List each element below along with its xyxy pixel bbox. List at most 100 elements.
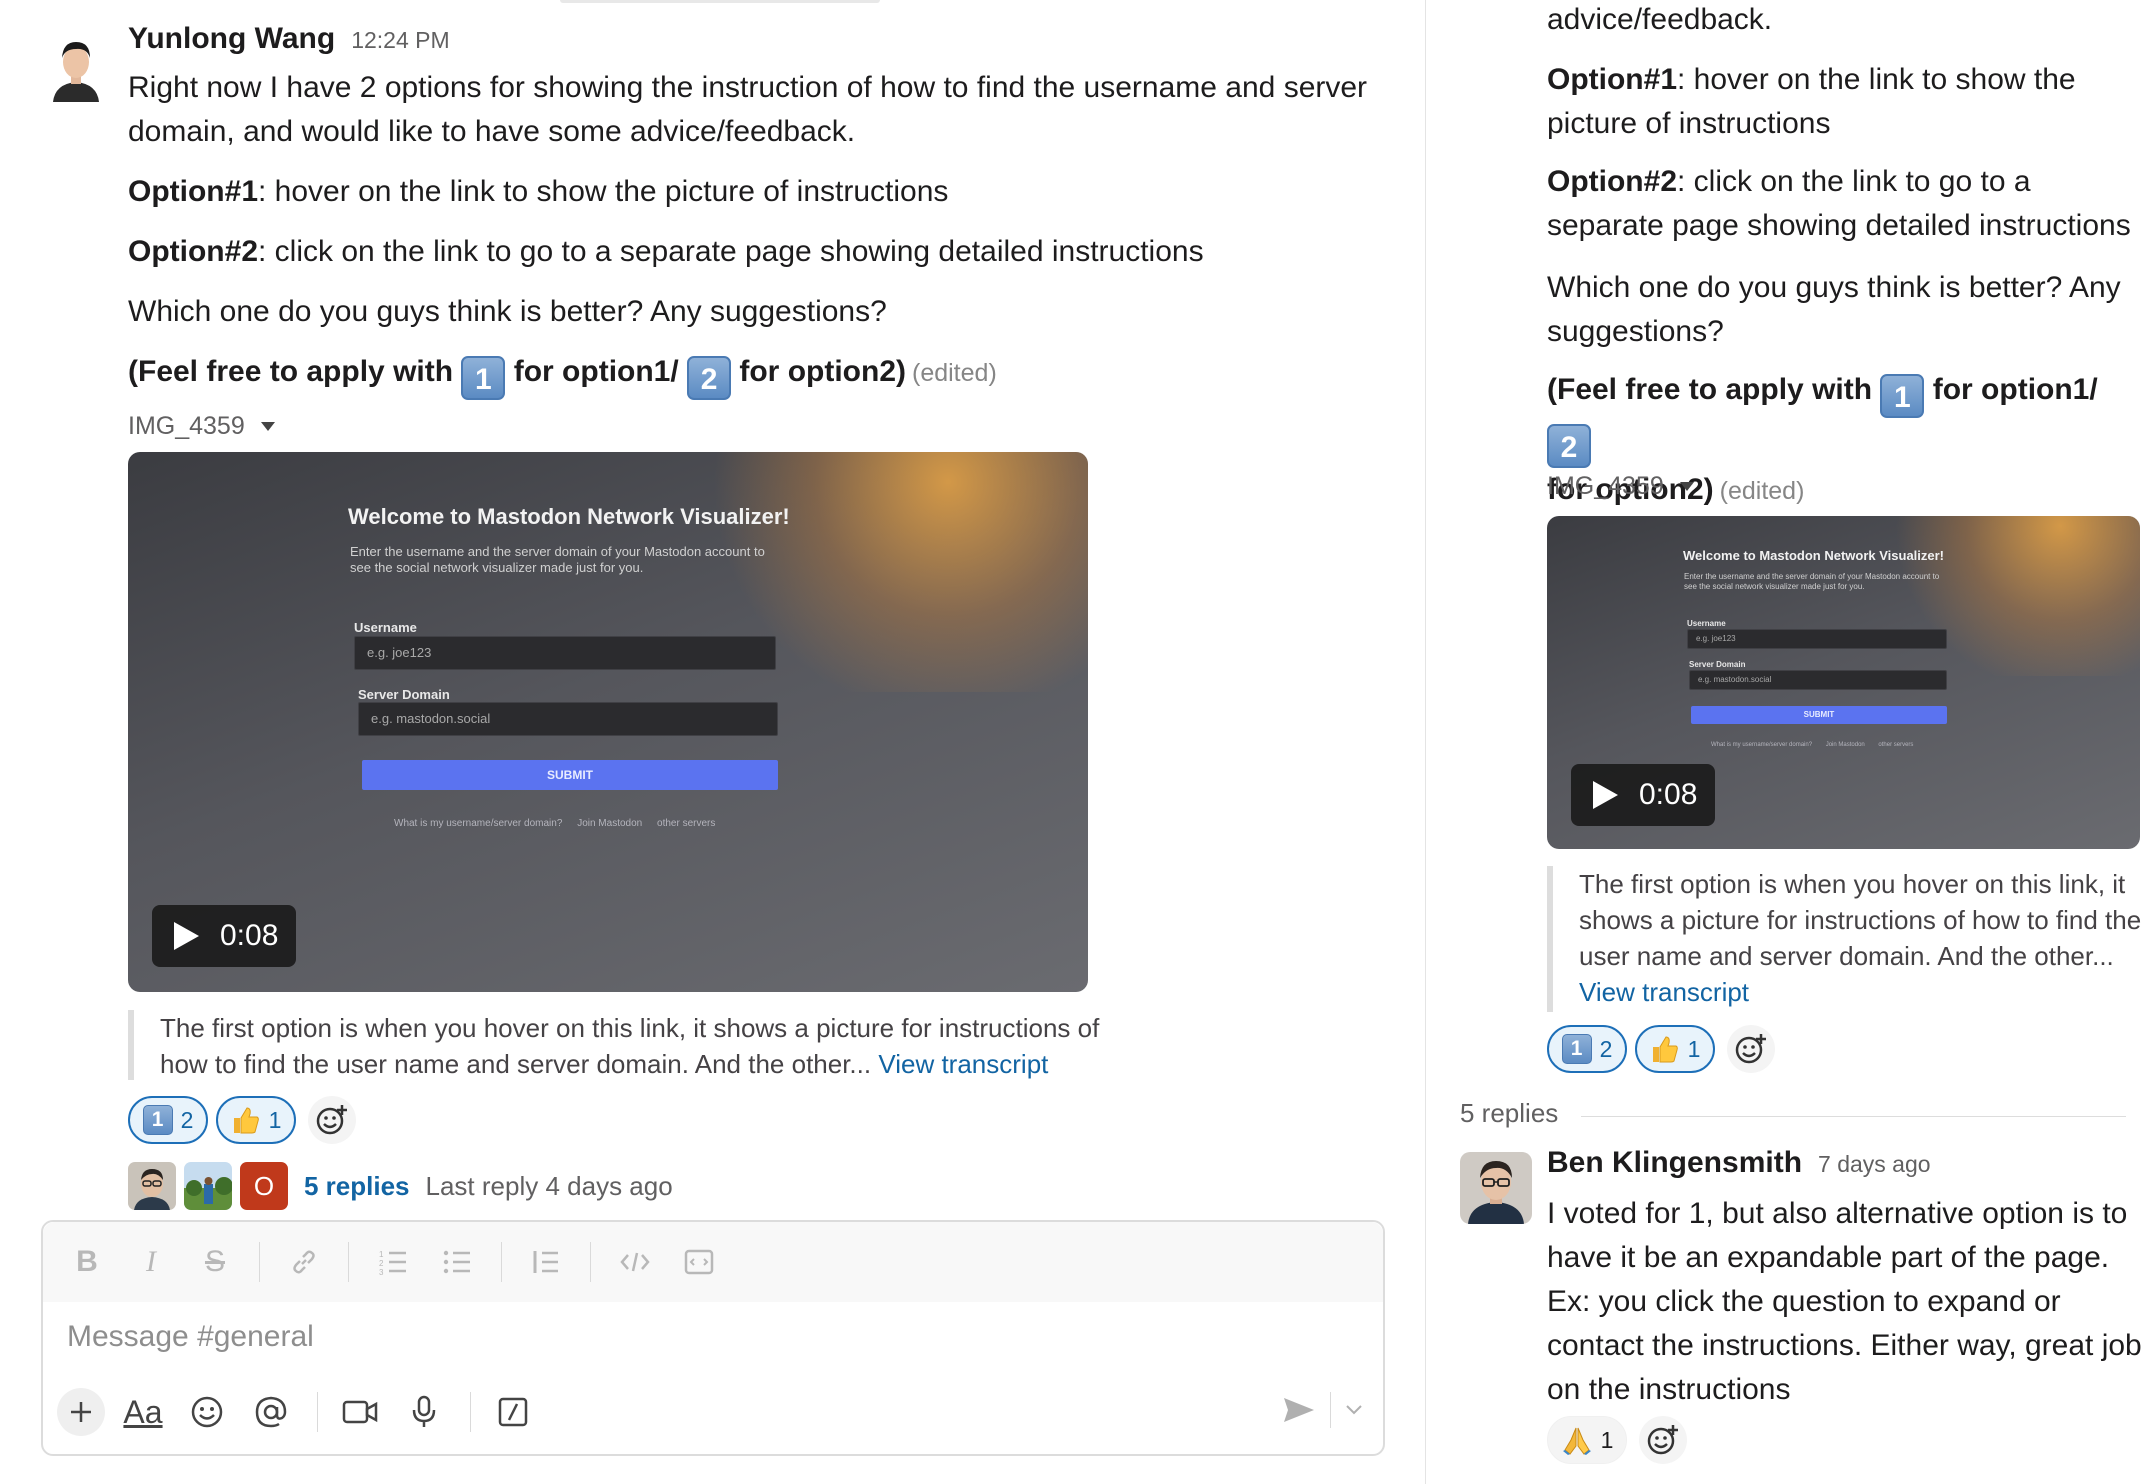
replies-link[interactable]: 5 replies	[304, 1171, 410, 1202]
reaction-count: 1	[268, 1106, 282, 1133]
code-block-icon[interactable]	[679, 1242, 719, 1282]
emoji-button[interactable]	[181, 1386, 233, 1438]
reply-reaction-bar: 1	[1547, 1416, 1695, 1464]
reply-avatar-1	[128, 1162, 176, 1210]
bold-icon[interactable]: B	[67, 1242, 107, 1282]
replies-count-label: 5 replies	[1460, 1098, 1559, 1128]
formatting-toolbar: B I S 123	[43, 1222, 1383, 1302]
formatting-toggle-button[interactable]: Aa	[117, 1386, 169, 1438]
toolbar-divider	[259, 1242, 260, 1282]
play-icon	[1593, 781, 1618, 809]
blockquote-icon[interactable]	[526, 1242, 566, 1282]
video-play-button[interactable]: 0:08	[152, 905, 296, 967]
message-timestamp[interactable]: 12:24 PM	[351, 27, 449, 54]
file-name-toggle[interactable]: IMG_4359	[128, 412, 1398, 441]
send-controls	[1282, 1392, 1363, 1428]
view-transcript-link[interactable]: View transcript	[878, 1049, 1048, 1079]
bulleted-list-icon[interactable]	[437, 1242, 477, 1282]
emoji-icon	[191, 1396, 223, 1428]
reaction-thumbs-up[interactable]: 1	[216, 1096, 296, 1144]
question-line: Which one do you guys think is better? A…	[128, 295, 887, 328]
mention-button[interactable]	[245, 1386, 297, 1438]
shortcuts-button[interactable]	[487, 1386, 539, 1438]
add-reaction-button[interactable]	[1727, 1025, 1775, 1073]
thread-option-2: Option#2: click on the link to go to a s…	[1547, 160, 2147, 248]
reaction-count: 2	[180, 1106, 194, 1133]
reaction-keycap-1[interactable]: 1 2	[128, 1096, 208, 1144]
option-1-line: Option#1: hover on the link to show the …	[128, 170, 1398, 214]
message-composer: B I S 123 Message #general Aa	[41, 1220, 1385, 1456]
option-1-label: Option#1	[1547, 63, 1678, 96]
thumbs-up-icon	[233, 1107, 259, 1134]
play-icon	[174, 922, 199, 950]
svg-text:2: 2	[379, 1259, 384, 1268]
video-username-field: e.g. joe123	[354, 636, 776, 670]
folded-hands-icon	[1562, 1427, 1591, 1455]
video-link-1: What is my username/server domain?	[394, 818, 563, 829]
svg-text:3: 3	[379, 1268, 384, 1276]
video-screen-title: Welcome to Mastodon Network Visualizer!	[348, 504, 790, 529]
add-reaction-button[interactable]	[308, 1096, 356, 1144]
video-attachment[interactable]: Welcome to Mastodon Network Visualizer! …	[128, 452, 1088, 992]
caret-down-icon	[260, 422, 275, 431]
reaction-folded-hands[interactable]: 1	[1547, 1416, 1627, 1464]
italic-icon[interactable]: I	[131, 1242, 171, 1282]
avatar-yunlong-wang[interactable]	[43, 32, 109, 102]
video-domain-label: Server Domain	[358, 687, 450, 702]
reaction-thumbs-up[interactable]: 1	[1635, 1025, 1715, 1073]
keycap-2-emoji: 2	[687, 356, 732, 400]
reaction-keycap-1[interactable]: 1 2	[1547, 1025, 1627, 1073]
transcript-preview: The first option is when you hover on th…	[128, 1010, 1118, 1080]
reply-text: I voted for 1, but also alternative opti…	[1547, 1197, 2142, 1406]
lamp-glow	[1880, 516, 2140, 676]
thread-option-1: Option#1: hover on the link to show the …	[1547, 58, 2147, 146]
option-1-text: : hover on the link to show the picture …	[258, 175, 949, 208]
video-camera-icon	[342, 1400, 378, 1424]
plus-attach-button[interactable]	[57, 1388, 105, 1436]
thread-summary[interactable]: O 5 replies Last reply 4 days ago	[128, 1162, 673, 1210]
video-username-label: Username	[354, 620, 417, 635]
tools-divider	[317, 1392, 318, 1432]
video-link-2: Join Mastodon	[577, 818, 643, 829]
link-icon[interactable]	[284, 1242, 324, 1282]
apply-prefix: (Feel free to apply with	[1547, 373, 1881, 406]
at-sign-icon	[255, 1396, 287, 1428]
video-play-button[interactable]: 0:08	[1571, 764, 1715, 826]
video-attachment[interactable]: Welcome to Mastodon Network Visualizer! …	[1547, 516, 2140, 849]
reply-timestamp[interactable]: 7 days ago	[1818, 1151, 1931, 1178]
chevron-down-icon[interactable]	[1345, 1404, 1363, 1416]
avatar-ben-klingensmith[interactable]	[1460, 1152, 1532, 1224]
keycap-1-emoji: 1	[1880, 374, 1925, 418]
reaction-count: 2	[1599, 1035, 1613, 1062]
video-clip-button[interactable]	[334, 1386, 386, 1438]
keycap-1-icon: 1	[1561, 1034, 1592, 1064]
reaction-bar: 1 2 1	[128, 1096, 364, 1144]
apply-line: (Feel free to apply with 1 for option1/ …	[128, 350, 1398, 400]
view-transcript-link[interactable]: View transcript	[1579, 977, 1749, 1007]
video-screen-links: What is my username/server domain? Join …	[394, 818, 727, 829]
composer-tools: Aa	[57, 1386, 551, 1438]
message-input[interactable]: Message #general	[67, 1320, 314, 1354]
video-link-3: other servers	[1878, 742, 1914, 748]
message-intro: Right now I have 2 options for showing t…	[128, 71, 1368, 148]
audio-clip-button[interactable]	[398, 1386, 450, 1438]
thumbs-up-icon	[1652, 1036, 1678, 1063]
reply-sender-name[interactable]: Ben Klingensmith	[1547, 1146, 1802, 1180]
last-reply-time: Last reply 4 days ago	[425, 1170, 673, 1201]
reply-avatar-3: O	[240, 1162, 288, 1210]
add-reaction-button[interactable]	[1639, 1416, 1687, 1464]
option-2-text: : click on the link to go to a separate …	[258, 235, 1204, 268]
plus-icon	[71, 1402, 91, 1422]
strikethrough-icon[interactable]: S	[195, 1242, 235, 1282]
ordered-list-icon[interactable]: 123	[373, 1242, 413, 1282]
video-screen-title: Welcome to Mastodon Network Visualizer!	[1683, 548, 1945, 563]
option-1-label: Option#1	[128, 175, 259, 208]
file-name-toggle[interactable]: IMG_4359	[1547, 472, 1694, 501]
video-username-field: e.g. joe123	[1687, 629, 1947, 649]
edited-marker: (edited)	[912, 359, 997, 387]
send-icon[interactable]	[1282, 1395, 1316, 1425]
code-icon[interactable]	[615, 1242, 655, 1282]
reply-avatar-2	[184, 1162, 232, 1210]
keycap-1-emoji: 1	[461, 356, 506, 400]
sender-name[interactable]: Yunlong Wang	[128, 22, 335, 56]
